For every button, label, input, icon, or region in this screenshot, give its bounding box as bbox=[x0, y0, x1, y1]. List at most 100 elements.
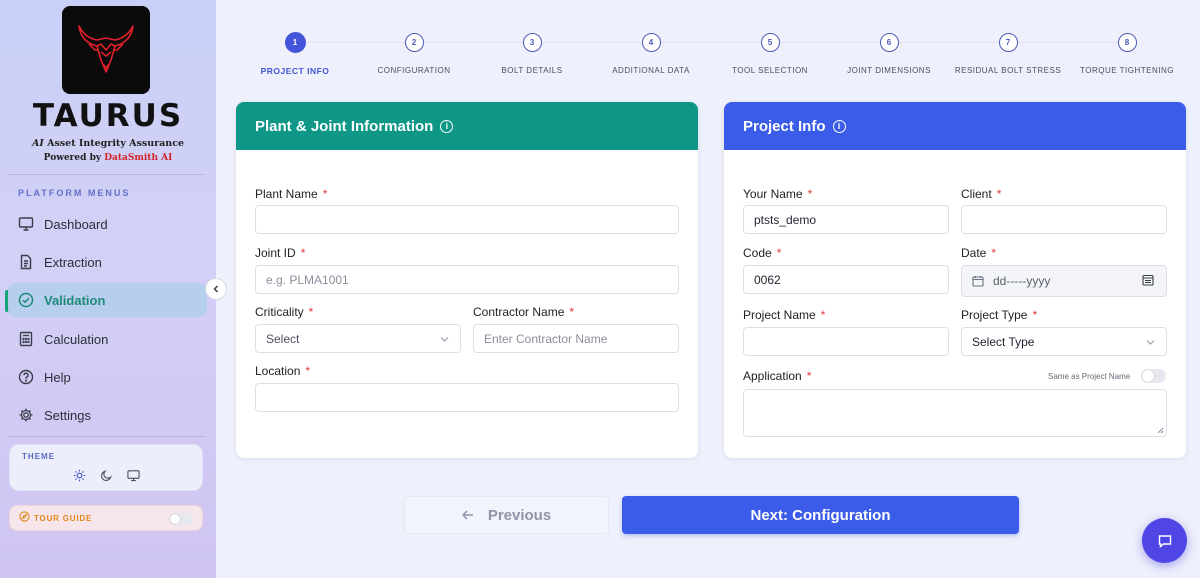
help-icon bbox=[18, 369, 34, 385]
contractor-label: Contractor Name * bbox=[473, 305, 575, 319]
project-type-label: Project Type * bbox=[961, 308, 1038, 322]
project-name-label: Project Name * bbox=[743, 308, 826, 322]
step-bolt-details[interactable]: 3 BOLT DETAILS bbox=[467, 33, 597, 75]
gear-icon bbox=[18, 407, 34, 423]
application-label: Application * bbox=[743, 369, 812, 383]
monitor-icon bbox=[18, 216, 34, 232]
sidebar-item-dashboard[interactable]: Dashboard bbox=[8, 207, 207, 241]
check-circle-icon bbox=[18, 292, 34, 308]
step-label: RESIDUAL BOLT STRESS bbox=[954, 66, 1062, 75]
plant-name-label: Plant Name * bbox=[255, 187, 328, 201]
joint-id-input[interactable]: e.g. PLMA1001 bbox=[255, 265, 679, 294]
plant-name-input[interactable] bbox=[255, 205, 679, 234]
tour-guide: TOUR GUIDE bbox=[9, 505, 203, 531]
card-header: Plant & Joint Information i bbox=[236, 102, 698, 150]
step-label: TORQUE TIGHTENING bbox=[1080, 66, 1174, 75]
menu-title: PLATFORM MENUS bbox=[18, 188, 131, 198]
sidebar-item-label: Help bbox=[44, 369, 71, 385]
sidebar-item-help[interactable]: Help bbox=[8, 360, 207, 394]
same-as-project-name-toggle[interactable] bbox=[1141, 369, 1166, 383]
compass-icon bbox=[19, 509, 30, 527]
criticality-value: Select bbox=[266, 331, 300, 346]
sidebar-item-label: Settings bbox=[44, 407, 91, 423]
joint-id-label: Joint ID * bbox=[255, 246, 306, 260]
sidebar-item-label: Extraction bbox=[44, 254, 102, 270]
criticality-select[interactable]: Select bbox=[255, 324, 461, 353]
contractor-input[interactable]: Enter Contractor Name bbox=[473, 324, 679, 353]
step-label: JOINT DIMENSIONS bbox=[847, 66, 931, 75]
your-name-label: Your Name * bbox=[743, 187, 813, 201]
previous-label: Previous bbox=[487, 506, 552, 524]
step-label: BOLT DETAILS bbox=[501, 66, 563, 75]
step-residual-bolt-stress[interactable]: 7 RESIDUAL BOLT STRESS bbox=[943, 33, 1073, 75]
criticality-label: Criticality * bbox=[255, 305, 314, 319]
step-number: 7 bbox=[998, 33, 1018, 52]
step-number: 1 bbox=[284, 32, 306, 53]
step-project-info[interactable]: 1 PROJECT INFO bbox=[230, 32, 360, 76]
date-input[interactable]: dd-----yyyy bbox=[961, 265, 1167, 297]
sidebar-item-label: Calculation bbox=[44, 331, 109, 347]
moon-icon[interactable] bbox=[99, 468, 113, 482]
step-number: 5 bbox=[760, 33, 780, 52]
step-label: ADDITIONAL DATA bbox=[612, 66, 690, 75]
date-label: Date * bbox=[961, 246, 997, 260]
brand-name: TAURUS bbox=[32, 98, 184, 134]
resize-handle-icon bbox=[1157, 427, 1164, 434]
sidebar-item-settings[interactable]: Settings bbox=[8, 398, 207, 432]
project-type-value: Select Type bbox=[972, 334, 1035, 349]
calculator-icon bbox=[18, 331, 34, 347]
step-tool-selection[interactable]: 5 TOOL SELECTION bbox=[705, 33, 835, 75]
sidebar-item-label: Dashboard bbox=[44, 216, 108, 232]
date-placeholder: dd-----yyyy bbox=[993, 274, 1051, 288]
tour-guide-toggle[interactable] bbox=[169, 513, 193, 525]
project-name-input[interactable] bbox=[743, 327, 949, 356]
card-title: Plant & Joint Information bbox=[255, 117, 434, 135]
document-icon bbox=[18, 254, 34, 270]
location-label: Location * bbox=[255, 364, 311, 378]
calendar-icon bbox=[972, 275, 984, 287]
taurus-logo bbox=[62, 6, 150, 94]
arrow-left-icon bbox=[461, 510, 474, 520]
card-header: Project Info i bbox=[724, 102, 1186, 150]
client-input[interactable] bbox=[961, 205, 1167, 234]
plant-joint-card: Plant & Joint Information i Plant Name * … bbox=[236, 102, 698, 458]
card-title: Project Info bbox=[743, 117, 826, 135]
collapse-sidebar-button[interactable] bbox=[205, 278, 227, 300]
divider bbox=[8, 436, 205, 437]
sidebar-item-extraction[interactable]: Extraction bbox=[8, 245, 207, 279]
code-label: Code * bbox=[743, 246, 782, 260]
theme-switcher: THEME bbox=[9, 444, 203, 491]
sidebar-item-label: Validation bbox=[44, 292, 106, 308]
info-icon[interactable]: i bbox=[440, 119, 454, 133]
previous-button[interactable]: Previous bbox=[404, 496, 609, 534]
application-textarea[interactable] bbox=[743, 389, 1167, 437]
step-torque-tightening[interactable]: 8 TORQUE TIGHTENING bbox=[1062, 33, 1192, 75]
step-configuration[interactable]: 2 CONFIGURATION bbox=[349, 33, 479, 75]
step-additional-data[interactable]: 4 ADDITIONAL DATA bbox=[586, 33, 716, 75]
next-configuration-button[interactable]: Next: Configuration bbox=[622, 496, 1019, 534]
chevron-down-icon bbox=[1146, 340, 1155, 345]
your-name-input[interactable]: ptsts_demo bbox=[743, 205, 949, 234]
brand-tagline: AI Asset Integrity Assurance bbox=[31, 138, 185, 149]
tour-guide-label: TOUR GUIDE bbox=[34, 513, 93, 523]
sun-icon[interactable] bbox=[72, 468, 86, 482]
client-label: Client * bbox=[961, 187, 1002, 201]
powered-by: Powered by DataSmith AI bbox=[43, 153, 173, 163]
project-type-select[interactable]: Select Type bbox=[961, 327, 1167, 356]
monitor-icon[interactable] bbox=[126, 468, 140, 482]
step-joint-dimensions[interactable]: 6 JOINT DIMENSIONS bbox=[824, 33, 954, 75]
step-label: CONFIGURATION bbox=[377, 66, 451, 75]
divider bbox=[8, 174, 205, 175]
code-input[interactable]: 0062 bbox=[743, 265, 949, 294]
calendar-picker-icon[interactable] bbox=[1142, 274, 1154, 286]
sidebar-item-calculation[interactable]: Calculation bbox=[8, 322, 207, 356]
step-number: 3 bbox=[522, 33, 542, 52]
step-number: 2 bbox=[404, 33, 424, 52]
chat-button[interactable] bbox=[1142, 518, 1187, 563]
location-input[interactable] bbox=[255, 383, 679, 412]
chat-icon bbox=[1158, 534, 1171, 548]
sidebar-item-validation[interactable]: Validation bbox=[8, 283, 207, 317]
project-info-card: Project Info i Your Name * ptsts_demo Cli… bbox=[724, 102, 1186, 458]
step-label: PROJECT INFO bbox=[260, 66, 330, 76]
info-icon[interactable]: i bbox=[832, 119, 846, 133]
